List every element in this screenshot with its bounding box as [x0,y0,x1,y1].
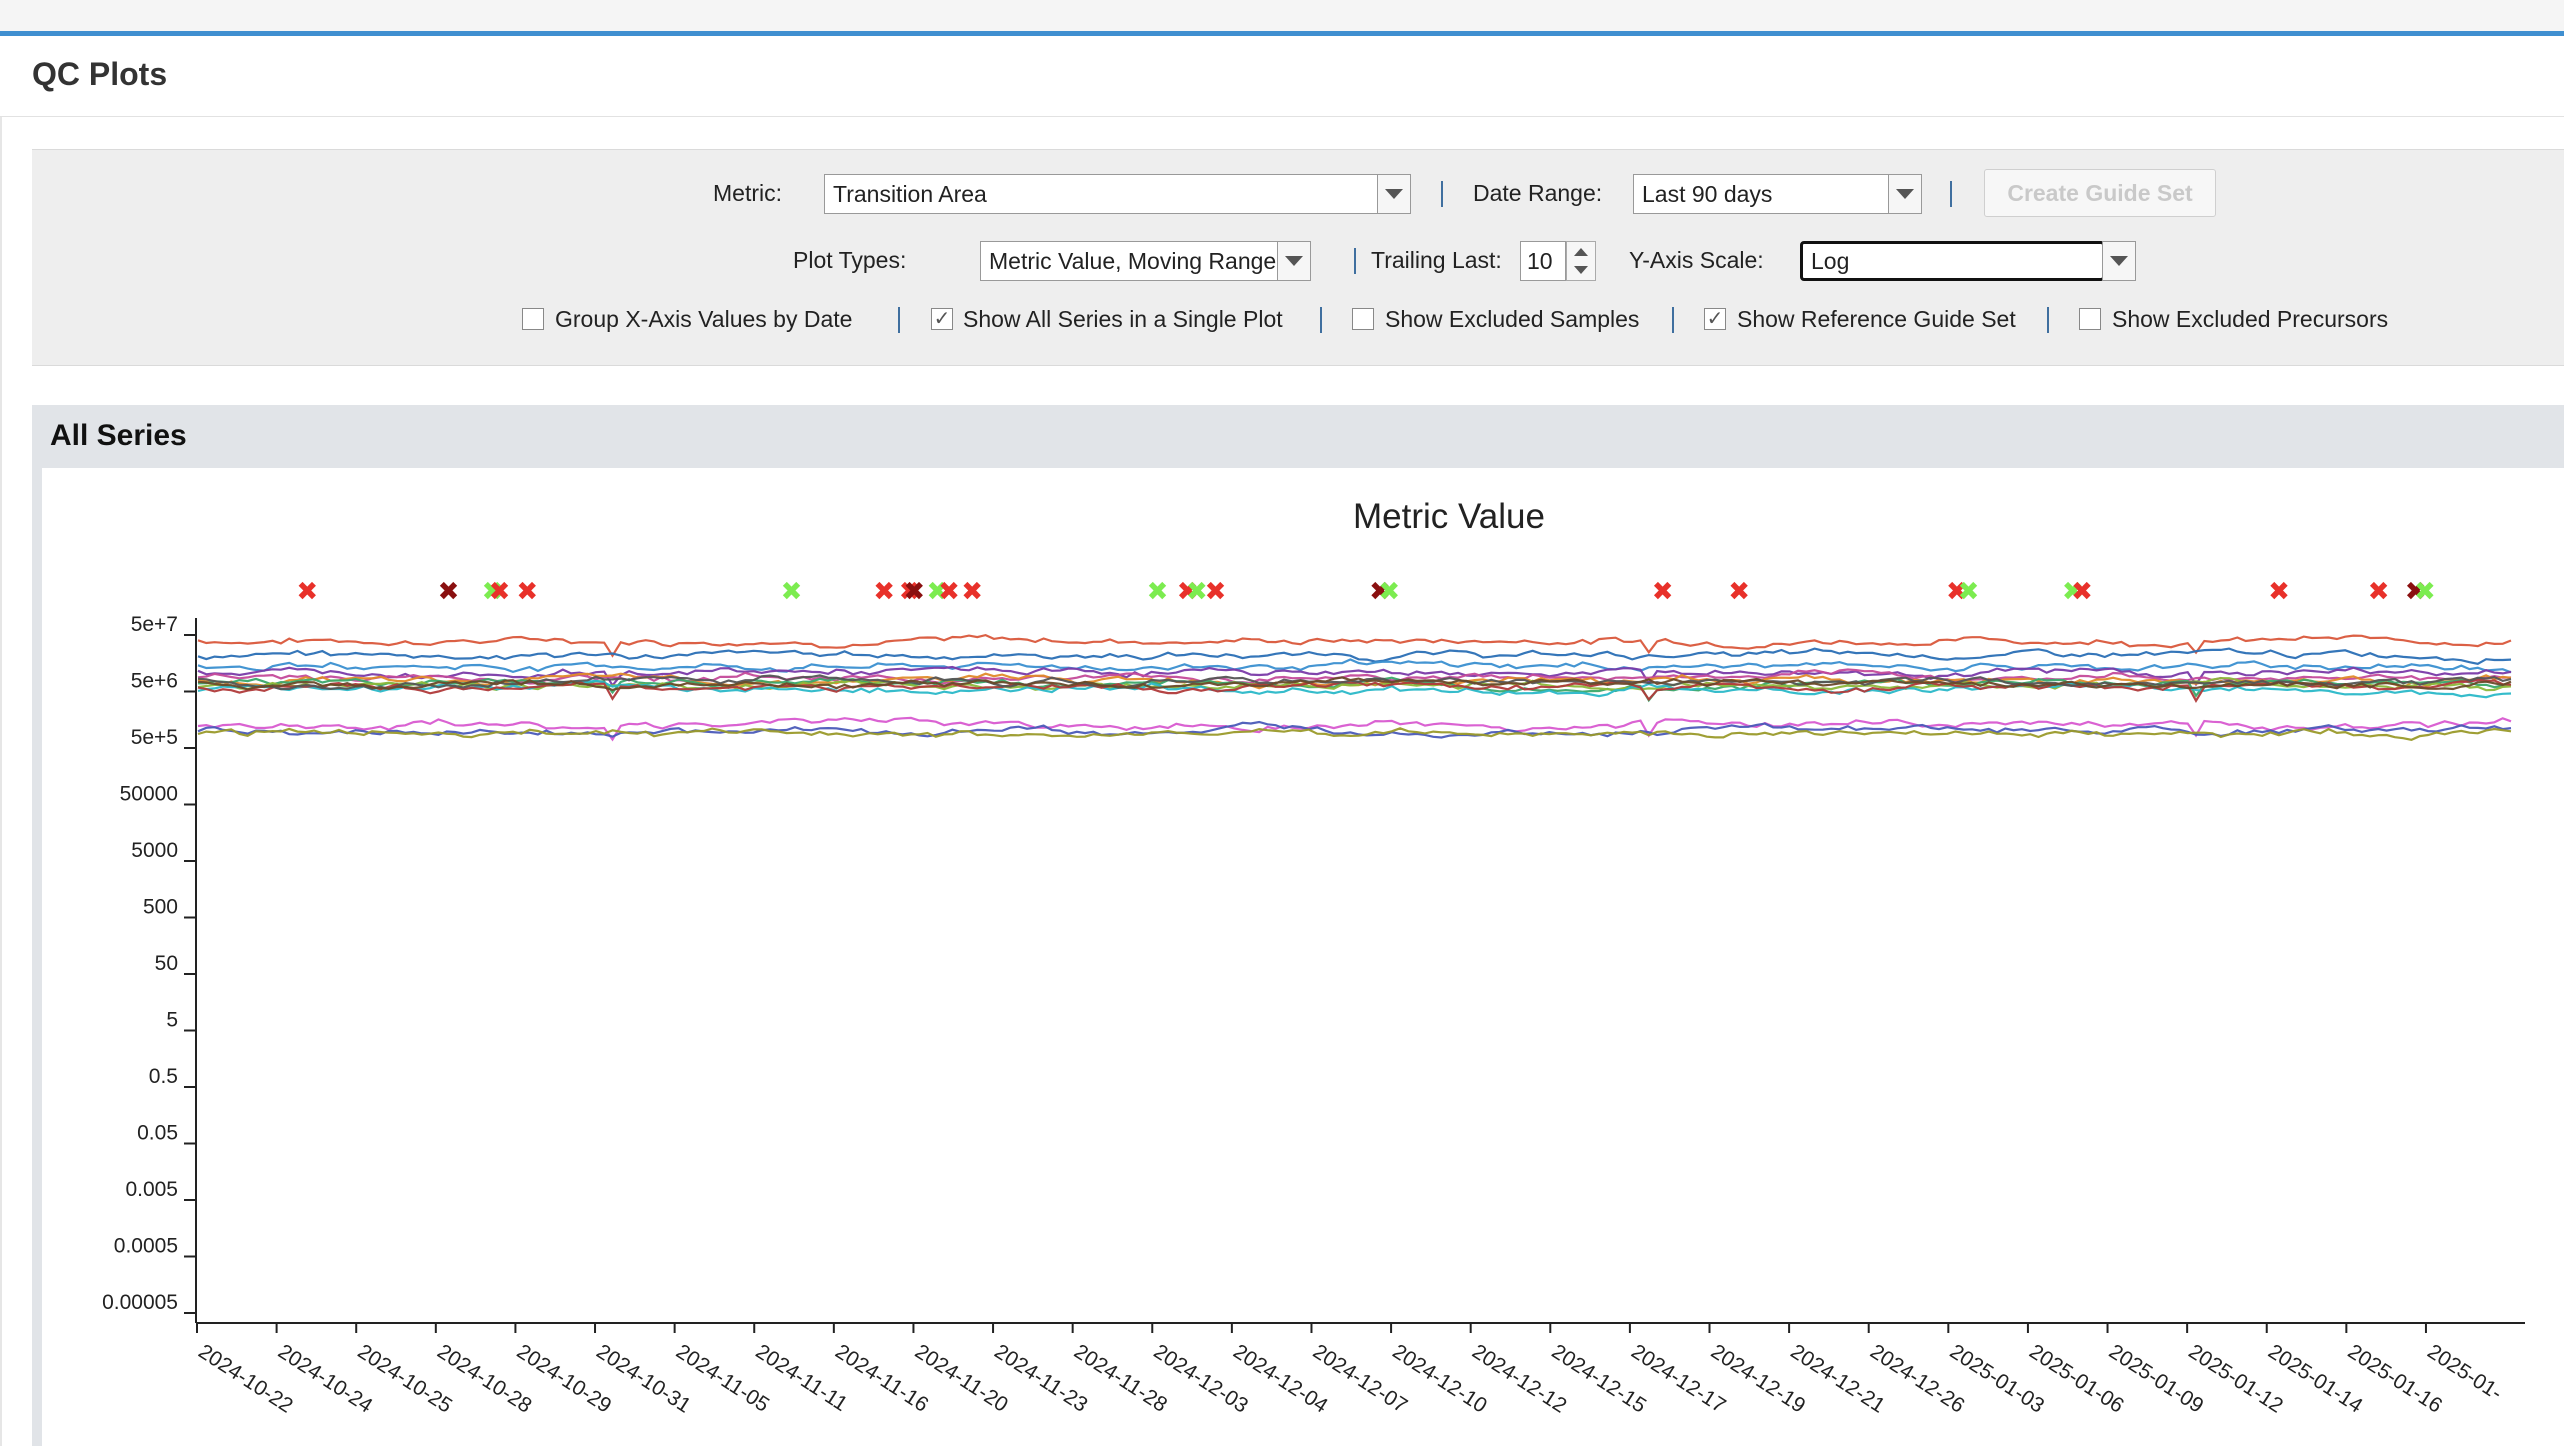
y-axis-scale-select[interactable]: Log [1800,241,2105,281]
y-tick-label: 0.5 [149,1065,178,1088]
outlier-marker: ✖ [1378,577,1400,607]
outlier-marker: ✖ [438,577,460,607]
separator [1672,307,1674,333]
show-excluded-samples-checkbox[interactable] [1352,308,1374,330]
separator [1320,307,1322,333]
show-excluded-precursors-label[interactable]: Show Excluded Precursors [2112,306,2388,333]
outlier-marker: ✖ [516,577,538,607]
single-plot-label[interactable]: Show All Series in a Single Plot [963,306,1283,333]
outlier-marker: ✖ [1205,577,1227,607]
chevron-down-icon [2110,256,2128,266]
outlier-marker: ✖ [296,577,318,607]
outlier-marker: ✖ [873,577,895,607]
create-guide-set-button[interactable]: Create Guide Set [1984,169,2216,217]
chevron-down-icon [1285,256,1303,266]
y-tick-label: 5e+5 [131,726,178,749]
outlier-marker: ✖ [903,577,925,607]
outlier-marker: ✖ [938,577,960,607]
plot-frame: Metric Value 5e+7 5e+6 5e+5 50000 5000 500 50 5… [32,468,2564,1446]
y-tick-label: 5e+7 [131,613,178,636]
single-plot-checkbox[interactable]: ✓ [931,308,953,330]
separator [1950,181,1952,207]
outlier-marker: ✖ [2368,577,2390,607]
chart-title: Metric Value [1353,497,1545,536]
outlier-marker: ✖ [489,577,511,607]
y-tick-label: 500 [143,896,178,919]
date-range-label: Date Range: [1473,180,1603,206]
outlier-marker: ✖ [2268,577,2290,607]
chevron-down-icon [1896,189,1914,199]
y-tick-label: 5 [166,1009,178,1032]
outlier-marker: ✖ [781,577,803,607]
reference-guide-set-label[interactable]: Show Reference Guide Set [1737,306,2016,333]
y-tick-label: 0.05 [137,1122,178,1145]
outlier-marker: ✖ [2071,577,2093,607]
metric-dropdown-button[interactable] [1377,174,1411,214]
chevron-down-icon [1385,189,1403,199]
metric-label: Metric: [713,180,782,206]
separator [1441,181,1443,207]
group-x-axis-label[interactable]: Group X-Axis Values by Date [555,306,852,333]
outlier-marker: ✖ [1958,577,1980,607]
y-axis-scale-dropdown-button[interactable] [2102,241,2136,281]
plot-types-dropdown-button[interactable] [1277,241,1311,281]
outlier-marker: ✖ [1728,577,1750,607]
y-axis-scale-label: Y-Axis Scale: [1629,247,1764,273]
qc-toolbar: Metric: Transition Area Date Range: Last… [32,149,2564,366]
trailing-last-input[interactable]: 10 [1520,241,1566,281]
date-range-select[interactable]: Last 90 days [1633,174,1891,214]
arrow-up-icon [1574,248,1588,256]
reference-guide-set-checkbox[interactable]: ✓ [1704,308,1726,330]
metric-value-chart: Metric Value 5e+7 5e+6 5e+5 50000 5000 500 50 5… [102,497,2525,1418]
all-series-header: All Series [32,405,2564,468]
metric-select[interactable]: Transition Area [824,174,1380,214]
y-tick-label: 0.0005 [114,1235,178,1258]
y-tick-label: 50 [155,952,178,975]
y-tick-label: 50000 [120,783,178,806]
y-tick-label: 5e+6 [131,670,178,693]
outlier-marker: ✖ [1147,577,1169,607]
y-tick-label: 0.00005 [102,1291,178,1314]
separator [1354,248,1356,274]
separator [2047,307,2049,333]
panel-header: QC Plots [0,36,2564,117]
show-excluded-samples-label[interactable]: Show Excluded Samples [1385,306,1639,333]
top-strip [0,0,2564,36]
plot-area: Metric Value 5e+7 5e+6 5e+5 50000 5000 500 50 5… [42,468,2564,1446]
separator [898,307,900,333]
y-tick-label: 0.005 [125,1178,178,1201]
trailing-last-label: Trailing Last: [1371,247,1502,273]
arrow-down-icon [1574,266,1588,274]
date-range-dropdown-button[interactable] [1888,174,1922,214]
page-title: QC Plots [32,56,168,92]
outlier-marker: ✖ [961,577,983,607]
show-excluded-precursors-checkbox[interactable] [2079,308,2101,330]
panel-border [0,36,2,1446]
plot-types-select[interactable]: Metric Value, Moving Range [980,241,1280,281]
all-series-title: All Series [50,419,187,452]
group-x-axis-checkbox[interactable] [522,308,544,330]
y-tick-label: 5000 [131,839,178,862]
plot-types-label: Plot Types: [793,247,907,273]
outlier-marker: ✖ [2414,577,2436,607]
outlier-marker: ✖ [1652,577,1674,607]
trailing-last-stepper[interactable] [1566,241,1596,281]
